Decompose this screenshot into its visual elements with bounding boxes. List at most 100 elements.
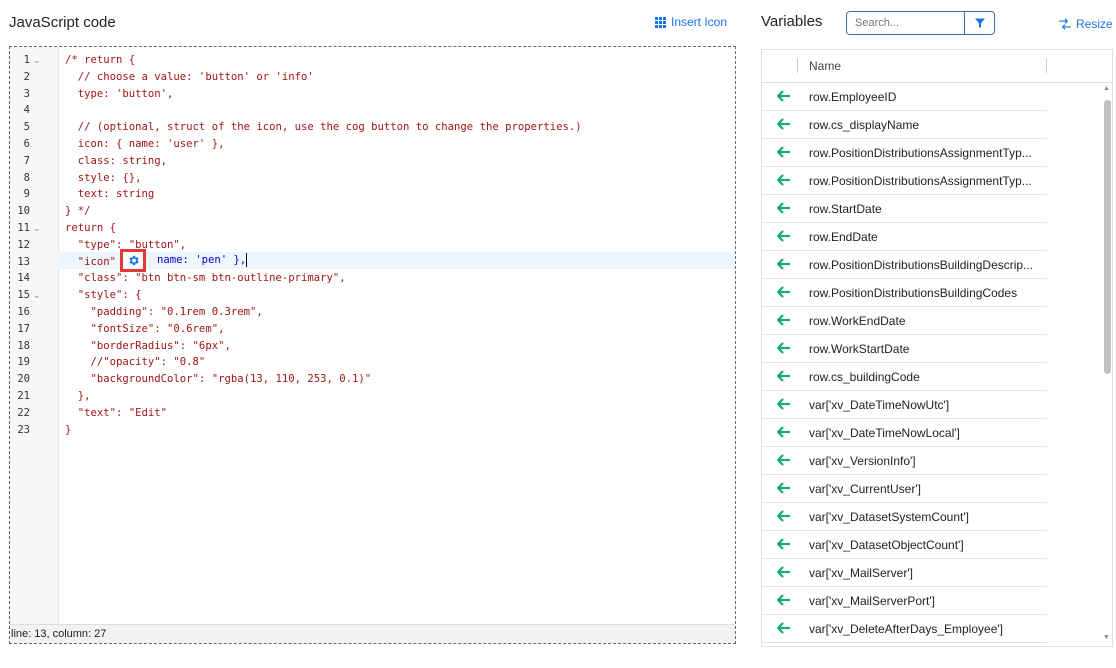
arrow-left-icon[interactable] — [777, 229, 791, 243]
arrow-left-icon[interactable] — [777, 593, 791, 607]
code-line: "borderRadius": "6px", — [65, 339, 231, 352]
variable-row[interactable]: var['xv_DateTimeNowUtc'] — [762, 391, 1047, 419]
variable-name: var['xv_DatasetObjectCount'] — [809, 538, 964, 552]
variable-row[interactable]: row.PositionDistributionsAssignmentTyp..… — [762, 139, 1047, 167]
variable-row[interactable]: var['xv_DatasetObjectCount'] — [762, 531, 1047, 559]
arrow-left-icon[interactable] — [777, 257, 791, 271]
resize-label: Resize — [1076, 17, 1113, 31]
text-caret — [246, 253, 247, 267]
code-line: /* return { — [65, 54, 136, 66]
code-line: } */ — [65, 205, 91, 218]
arrow-left-icon[interactable] — [777, 621, 791, 635]
arrow-left-icon[interactable] — [777, 89, 791, 103]
arrow-left-icon[interactable] — [777, 117, 791, 131]
column-name-header[interactable]: Name — [809, 59, 841, 73]
editor-title: JavaScript code — [9, 14, 116, 31]
fold-chevron-icon[interactable]: ⌄ — [33, 287, 41, 304]
line-number: 23 — [17, 423, 30, 436]
variable-name: var['xv_VersionInfo'] — [809, 454, 916, 468]
filter-button[interactable] — [964, 12, 994, 34]
code-line: style: {}, — [65, 171, 142, 184]
line-number: 17 — [17, 322, 30, 335]
fold-chevron-icon[interactable]: ⌄ — [33, 52, 41, 69]
line-number: 11 — [17, 222, 30, 234]
variable-name: var['xv_DateTimeNowUtc'] — [809, 398, 950, 412]
variable-row[interactable]: row.PositionDistributionsAssignmentTyp..… — [762, 167, 1047, 195]
line-number: 12 — [17, 238, 30, 251]
arrow-left-icon[interactable] — [777, 145, 791, 159]
line-number: 3 — [23, 87, 30, 100]
header-divider — [797, 58, 798, 73]
scroll-down-icon[interactable]: ▼ — [1103, 634, 1110, 641]
arrow-left-icon[interactable] — [777, 341, 791, 355]
line-number: 18 — [17, 339, 30, 352]
variable-row[interactable]: row.EmployeeID — [762, 83, 1047, 111]
variable-name: var['xv_CurrentUser'] — [809, 482, 921, 496]
resize-button[interactable]: Resize — [1058, 17, 1113, 31]
filter-icon — [974, 18, 985, 28]
line-number: 8 — [23, 171, 30, 184]
variable-row[interactable]: row.cs_displayName — [762, 111, 1047, 139]
code-line-13-tail: name: 'pen' }, — [157, 254, 247, 266]
line-number: 4 — [23, 104, 30, 117]
scroll-up-icon[interactable]: ▲ — [1103, 85, 1110, 92]
arrow-left-icon[interactable] — [777, 481, 791, 495]
code-line: "backgroundColor": "rgba(13, 110, 253, 0… — [65, 373, 372, 386]
cog-button[interactable] — [120, 249, 146, 272]
status-bar: line: 13, column: 27 — [10, 624, 735, 643]
variable-name: var['xv_DeleteAfterDays_Employee'] — [809, 622, 1003, 636]
code-line: class: string, — [65, 154, 168, 167]
variable-name: row.EndDate — [809, 230, 878, 244]
insert-icon-button[interactable]: Insert Icon — [655, 15, 727, 29]
variable-row[interactable]: var['xv_DatasetSystemCount'] — [762, 503, 1047, 531]
code-line: // choose a value: 'button' or 'info' — [65, 70, 314, 83]
variable-name: row.cs_displayName — [809, 118, 920, 132]
variable-row[interactable]: var['xv_MailServer'] — [762, 559, 1047, 587]
arrow-left-icon[interactable] — [777, 565, 791, 579]
line-number: 2 — [23, 70, 30, 83]
arrow-left-icon[interactable] — [777, 285, 791, 299]
line-number: 20 — [17, 373, 30, 386]
variable-row[interactable]: row.PositionDistributionsBuildingCodes — [762, 279, 1047, 307]
variable-row[interactable]: var['xv_VersionInfo'] — [762, 447, 1047, 475]
arrow-left-icon[interactable] — [777, 173, 791, 187]
arrow-left-icon[interactable] — [777, 537, 791, 551]
line-number: 1 — [23, 54, 30, 66]
code-line: "fontSize": "0.6rem", — [65, 322, 225, 335]
arrow-left-icon[interactable] — [777, 369, 791, 383]
variable-row[interactable]: var['xv_DateTimeNowLocal'] — [762, 419, 1047, 447]
variable-row[interactable]: row.WorkEndDate — [762, 307, 1047, 335]
cog-icon — [128, 255, 139, 266]
arrow-left-icon[interactable] — [777, 397, 791, 411]
arrow-left-icon[interactable] — [777, 509, 791, 523]
variable-row[interactable]: row.EndDate — [762, 223, 1047, 251]
arrow-left-icon[interactable] — [777, 425, 791, 439]
variable-row[interactable]: row.StartDate — [762, 195, 1047, 223]
variables-title: Variables — [761, 13, 823, 30]
variable-name: row.PositionDistributionsAssignmentTyp..… — [809, 146, 1032, 160]
arrow-left-icon[interactable] — [777, 453, 791, 467]
line-number: 13 — [17, 255, 30, 268]
variable-row[interactable]: row.cs_buildingCode — [762, 363, 1047, 391]
variable-row[interactable]: var['xv_MailServerPort'] — [762, 587, 1047, 615]
arrow-left-icon[interactable] — [777, 313, 791, 327]
variable-name: var['xv_MailServer'] — [809, 566, 913, 580]
variables-scrollbar[interactable]: ▲ ▼ — [1101, 82, 1112, 646]
variable-row[interactable]: row.WorkStartDate — [762, 335, 1047, 363]
search-input[interactable] — [847, 12, 964, 34]
variable-name: row.PositionDistributionsBuildingCodes — [809, 286, 1018, 300]
variable-row[interactable]: row.PositionDistributionsBuildingDescrip… — [762, 251, 1047, 279]
line-number: 19 — [17, 356, 30, 369]
variables-panel: Name row.EmployeeID row.cs_displayNamerow… — [761, 49, 1113, 647]
variable-row[interactable]: var['xv_DeleteAfterDays_Employee'] — [762, 615, 1047, 643]
code-editor[interactable]: 1 ⌄/* return {2 // choose a value: 'butto… — [9, 46, 736, 644]
line-number: 14 — [17, 272, 30, 285]
variable-row[interactable]: var['xv_CurrentUser'] — [762, 475, 1047, 503]
variable-name: var['xv_DateTimeNowLocal'] — [809, 426, 960, 440]
arrow-left-icon[interactable] — [777, 201, 791, 215]
fold-chevron-icon[interactable]: ⌄ — [33, 220, 41, 237]
line-number: 22 — [17, 406, 30, 419]
scrollbar-thumb[interactable] — [1104, 100, 1111, 374]
code-line: }, — [65, 390, 91, 402]
